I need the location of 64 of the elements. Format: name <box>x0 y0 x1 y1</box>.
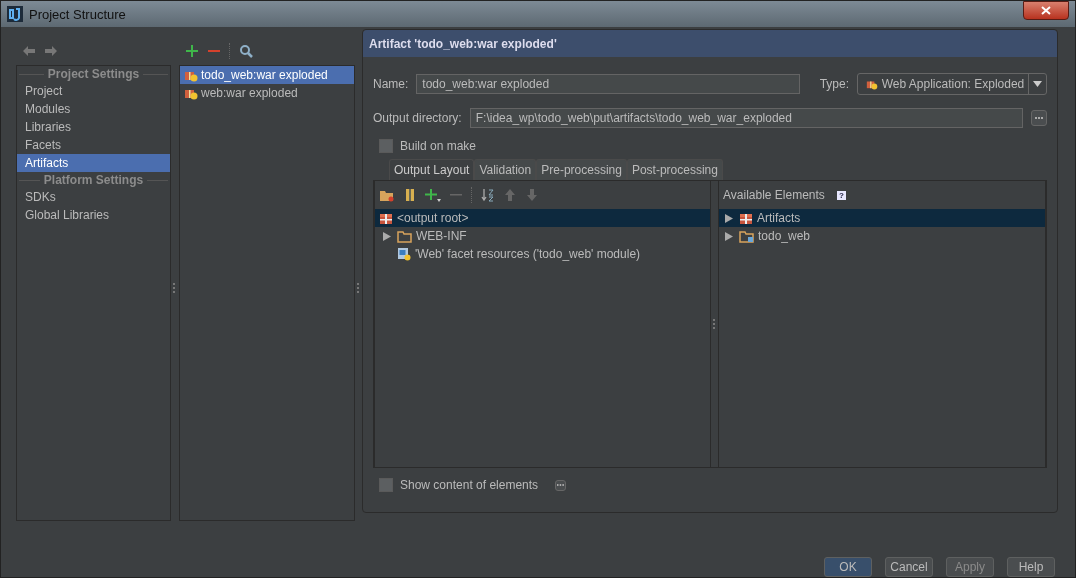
type-label: Type: <box>819 77 849 91</box>
app-logo-icon <box>7 6 23 22</box>
tree-row[interactable]: Artifacts <box>719 209 1045 227</box>
new-folder-icon[interactable] <box>379 188 395 202</box>
dialog-button[interactable]: OK <box>824 557 872 577</box>
gift-icon <box>379 211 393 225</box>
dialog-button[interactable]: Help <box>1007 557 1055 577</box>
tree-row[interactable]: todo_web <box>719 227 1045 245</box>
section-heading: Platform Settings <box>43 173 144 187</box>
folder-icon <box>397 229 412 243</box>
help-icon[interactable]: ? <box>836 190 846 200</box>
module-folder-icon <box>739 229 754 243</box>
sidebar-item[interactable]: Artifacts <box>17 154 170 172</box>
show-content-checkbox[interactable] <box>379 478 393 492</box>
web-resource-icon <box>397 247 411 261</box>
name-field[interactable]: todo_web:war exploded <box>416 74 801 94</box>
tab[interactable]: Pre-processing <box>536 159 627 180</box>
artifact-label: todo_web:war exploded <box>201 68 328 82</box>
close-icon <box>1041 6 1051 15</box>
tree-label: todo_web <box>758 229 811 243</box>
build-on-make-checkbox[interactable] <box>379 139 393 153</box>
tree-row[interactable]: WEB-INF <box>375 227 710 245</box>
archive-icon[interactable] <box>403 188 417 202</box>
tab[interactable]: Post-processing <box>626 159 723 180</box>
sidebar-item[interactable]: Project <box>17 82 170 100</box>
tree-label: <output root> <box>397 211 469 225</box>
add-icon[interactable] <box>185 44 199 58</box>
available-elements-heading: Available Elements <box>723 188 825 202</box>
type-dropdown[interactable]: Web Application: Exploded <box>857 73 1047 95</box>
sidebar-item[interactable]: Libraries <box>17 118 170 136</box>
artifact-item[interactable]: web:war exploded <box>180 84 354 102</box>
options-button[interactable] <box>555 479 567 491</box>
add-icon[interactable] <box>425 188 441 202</box>
tree-label: WEB-INF <box>416 229 467 243</box>
sort-icon[interactable] <box>481 188 495 202</box>
gift-icon <box>739 211 753 225</box>
sidebar-item[interactable]: Facets <box>17 136 170 154</box>
sidebar-item[interactable]: Global Libraries <box>17 206 170 224</box>
section-heading: Project Settings <box>47 67 140 81</box>
search-icon[interactable] <box>239 44 253 58</box>
dropdown-arrow-icon <box>1033 81 1043 87</box>
output-directory-field[interactable]: F:\idea_wp\todo_web\put\artifacts\todo_web_war_exploded <box>469 108 1023 128</box>
build-on-make-label: Build on make <box>400 139 477 153</box>
browse-button[interactable] <box>1031 110 1047 126</box>
expand-arrow-icon[interactable] <box>383 231 391 241</box>
tab[interactable]: Output Layout <box>389 159 475 180</box>
dialog-button[interactable]: Cancel <box>885 557 933 577</box>
sidebar-item[interactable]: SDKs <box>17 188 170 206</box>
tree-row[interactable]: <output root> <box>375 209 710 227</box>
window-title: Project Structure <box>29 6 126 22</box>
artifact-item[interactable]: todo_web:war exploded <box>180 66 354 84</box>
forward-arrow-icon[interactable] <box>44 44 58 58</box>
tab[interactable]: Validation <box>474 159 537 180</box>
tree-label: Artifacts <box>757 211 801 225</box>
output-directory-label: Output directory: <box>373 111 462 125</box>
name-label: Name: <box>373 77 409 91</box>
tree-label: 'Web' facet resources ('todo_web' module) <box>415 247 641 261</box>
artifact-label: web:war exploded <box>201 86 298 100</box>
panel-header: Artifact 'todo_web:war exploded' <box>363 30 1057 57</box>
sidebar-item[interactable]: Modules <box>17 100 170 118</box>
show-content-label: Show content of elements <box>400 478 539 492</box>
close-button[interactable] <box>1023 1 1069 20</box>
back-arrow-icon[interactable] <box>22 44 36 58</box>
tree-row[interactable]: 'Web' facet resources ('todo_web' module) <box>375 245 710 263</box>
